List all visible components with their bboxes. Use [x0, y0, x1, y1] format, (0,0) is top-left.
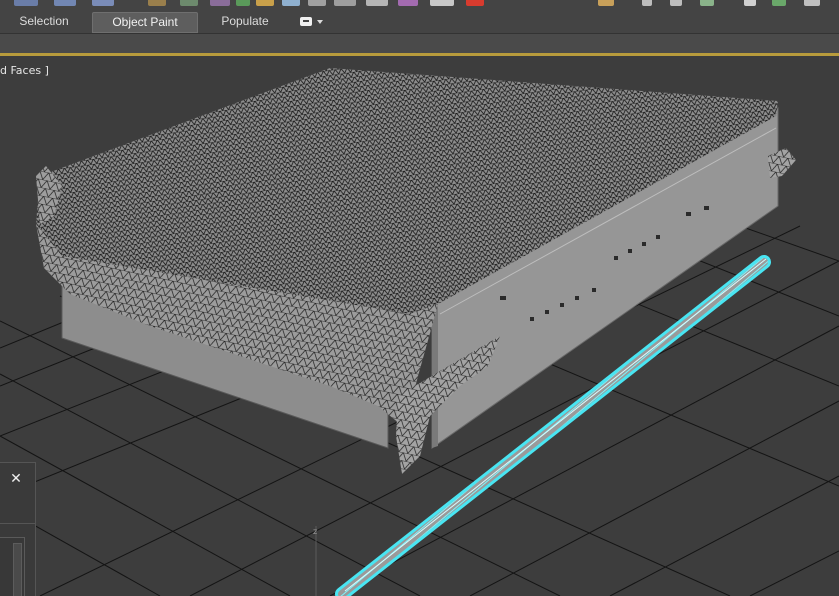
floating-panel: ✕	[0, 462, 36, 596]
axis-label: z	[313, 527, 318, 536]
toolbar-button[interactable]	[598, 0, 614, 6]
toolbar-button[interactable]	[430, 0, 454, 6]
toolbar-button[interactable]	[282, 0, 300, 6]
toolbar-button[interactable]	[180, 0, 198, 6]
tab-populate[interactable]: Populate	[204, 12, 286, 31]
panel-divider	[0, 523, 35, 524]
ribbon-tab-bar: Selection Object Paint Populate	[0, 9, 839, 34]
chevron-down-icon	[317, 20, 323, 24]
toolbar-button[interactable]	[670, 0, 682, 6]
toolbar-button[interactable]	[398, 0, 418, 6]
toolbar-button[interactable]	[744, 0, 756, 6]
toolbar-button[interactable]	[210, 0, 230, 6]
ribbon-options-icon[interactable]	[300, 15, 326, 29]
toolbar-button[interactable]	[14, 0, 38, 6]
toolbar-button[interactable]	[54, 0, 76, 6]
viewport-canvas[interactable]	[0, 56, 839, 596]
panel-scrollbar[interactable]	[13, 543, 22, 596]
viewport-label[interactable]: d Faces ]	[0, 64, 49, 77]
toolbar-button[interactable]	[256, 0, 274, 6]
toolbar-button[interactable]	[804, 0, 820, 6]
app-window: Selection Object Paint Populate d Faces …	[0, 0, 839, 596]
ribbon-options-box	[300, 17, 312, 26]
ribbon-panel	[0, 34, 839, 53]
toolbar-button[interactable]	[772, 0, 786, 6]
toolbar-button[interactable]	[148, 0, 166, 6]
toolbar-button[interactable]	[308, 0, 326, 6]
tab-selection[interactable]: Selection	[0, 12, 88, 31]
toolbar-button[interactable]	[236, 0, 250, 6]
toolbar-button[interactable]	[334, 0, 356, 6]
toolbar-button[interactable]	[466, 0, 484, 6]
main-toolbar	[0, 0, 839, 9]
tab-object-paint[interactable]: Object Paint	[92, 12, 198, 33]
toolbar-button[interactable]	[642, 0, 652, 6]
toolbar-button[interactable]	[700, 0, 714, 6]
toolbar-button[interactable]	[92, 0, 114, 6]
toolbar-button[interactable]	[366, 0, 388, 6]
close-icon[interactable]: ✕	[9, 471, 23, 485]
perspective-viewport[interactable]: d Faces ] z	[0, 56, 839, 596]
